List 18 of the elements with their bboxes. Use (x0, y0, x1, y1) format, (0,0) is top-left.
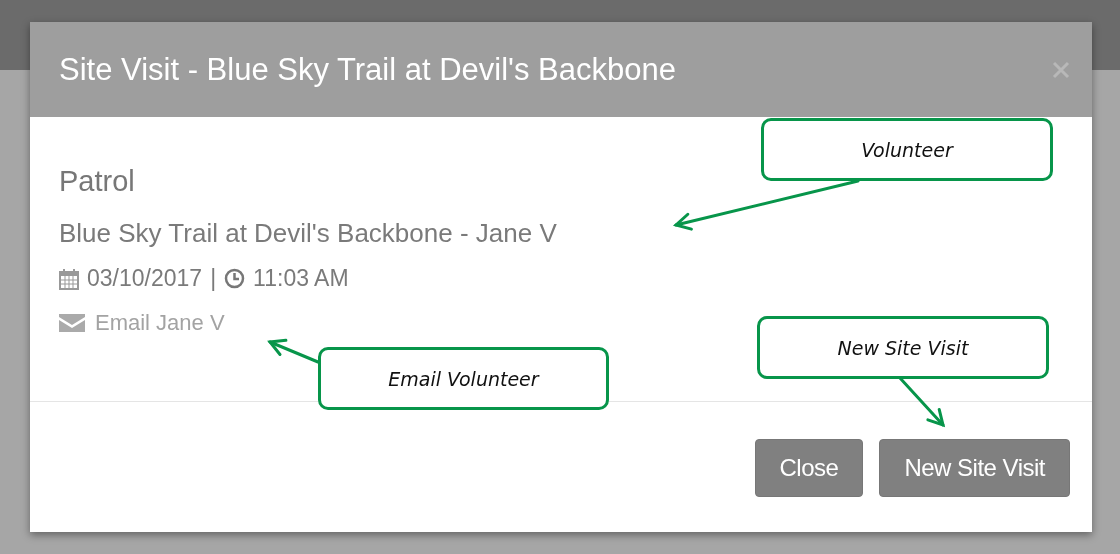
callout-label: Email Volunteer (318, 347, 609, 410)
arrow (267, 338, 320, 364)
new-site-visit-button[interactable]: New Site Visit (879, 439, 1070, 497)
visit-time: 11:03 AM (253, 265, 349, 292)
dialog-title: Site Visit - Blue Sky Trail at Devil's Backbone (59, 51, 676, 88)
visit-location: Blue Sky Trail at Devil's Backbone - Jane V (59, 218, 558, 249)
close-icon[interactable] (1052, 60, 1070, 79)
arrow (898, 376, 946, 428)
close-button[interactable]: Close (754, 439, 864, 497)
visit-type: Patrol (59, 165, 136, 198)
clock-icon (224, 268, 246, 289)
visit-date: 03/10/2017 (87, 265, 203, 292)
callout-label: New Site Visit (757, 316, 1049, 379)
envelope-icon (59, 314, 85, 332)
email-link[interactable]: Email Jane V (59, 310, 225, 336)
callout-label: Volunteer (761, 118, 1053, 181)
calendar-icon (59, 267, 79, 290)
separator: | (210, 265, 217, 292)
